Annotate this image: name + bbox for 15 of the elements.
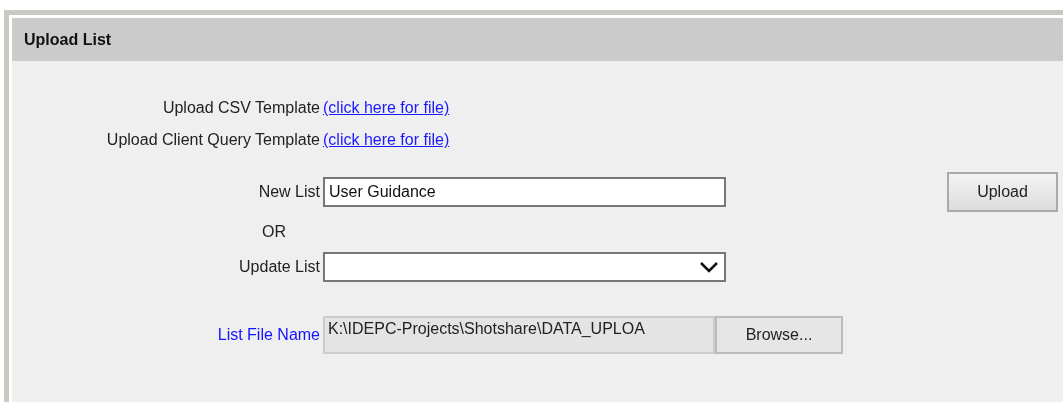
template-label: Upload Client Query Template bbox=[105, 130, 320, 150]
file-link[interactable]: (click here for file) bbox=[323, 99, 944, 117]
upload-button[interactable]: Upload bbox=[947, 172, 1058, 212]
new-list-label: New List bbox=[257, 183, 320, 201]
panel-title: Upload List bbox=[24, 30, 112, 49]
file-path-field[interactable]: K:\IDEPC-Projects\Shotshare\DATA_UPLOA bbox=[323, 316, 715, 354]
update-list-dropdown[interactable] bbox=[323, 252, 726, 282]
chevron-down-icon bbox=[700, 261, 718, 273]
browse-button[interactable]: Browse... bbox=[715, 316, 843, 354]
file-name-label: List File Name bbox=[216, 326, 320, 344]
or-label: OR bbox=[261, 222, 287, 242]
new-list-field[interactable]: User Guidance bbox=[323, 177, 726, 207]
update-list-label: Update List bbox=[238, 258, 320, 276]
file-link[interactable]: (click here for file) bbox=[323, 131, 944, 149]
template-label: Upload CSV Template bbox=[161, 98, 320, 118]
